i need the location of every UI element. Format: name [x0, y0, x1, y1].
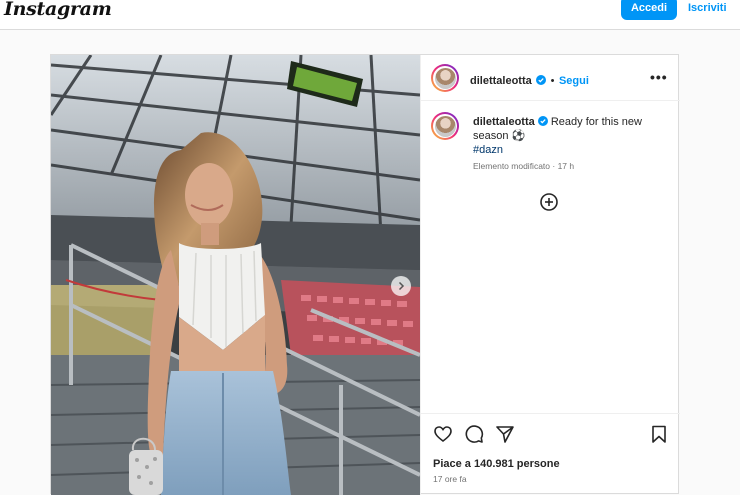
caption-avatar[interactable] [431, 112, 459, 140]
chevron-right-icon [398, 281, 405, 291]
edited-meta: Elemento modificato · 17 h [473, 161, 575, 171]
follow-button[interactable]: Segui [559, 75, 589, 87]
send-icon[interactable] [495, 424, 515, 444]
avatar[interactable] [431, 64, 459, 92]
post-actions: Piace a 140.981 persone 17 ore fa [421, 413, 680, 495]
heart-icon[interactable] [433, 424, 453, 444]
post-header: dilettaleotta • Segui ••• [421, 55, 680, 101]
more-options-icon[interactable]: ••• [650, 69, 668, 85]
add-circle-icon[interactable] [539, 192, 559, 212]
caption-username[interactable]: dilettaleotta [473, 116, 535, 128]
verified-badge-icon [536, 75, 547, 85]
instagram-logo[interactable]: Instagram [4, 0, 112, 20]
hashtag-link[interactable]: #dazn [473, 144, 503, 156]
next-photo-button[interactable] [391, 276, 411, 296]
likes-count[interactable]: Piace a 140.981 persone [433, 458, 560, 470]
post-caption: dilettaleotta Ready for this new season … [473, 115, 668, 157]
bookmark-icon[interactable] [649, 424, 669, 444]
header-user-line: dilettaleotta • Segui [470, 71, 589, 89]
comment-icon[interactable] [464, 424, 484, 444]
post-card: dilettaleotta • Segui ••• dilettaleotta … [50, 54, 680, 495]
post-timestamp[interactable]: 17 ore fa [433, 474, 467, 484]
post-photo[interactable] [51, 55, 420, 495]
stadium-photo-illustration [51, 55, 420, 495]
signup-link[interactable]: Iscriviti [688, 2, 727, 14]
username-link[interactable]: dilettaleotta [470, 75, 532, 87]
verified-badge-icon [537, 116, 548, 126]
separator-dot: • [550, 75, 555, 87]
top-navigation-bar: Instagram Accedi Iscriviti [0, 0, 740, 30]
login-button[interactable]: Accedi [621, 0, 677, 20]
post-sidebar: dilettaleotta • Segui ••• dilettaleotta … [420, 55, 680, 495]
